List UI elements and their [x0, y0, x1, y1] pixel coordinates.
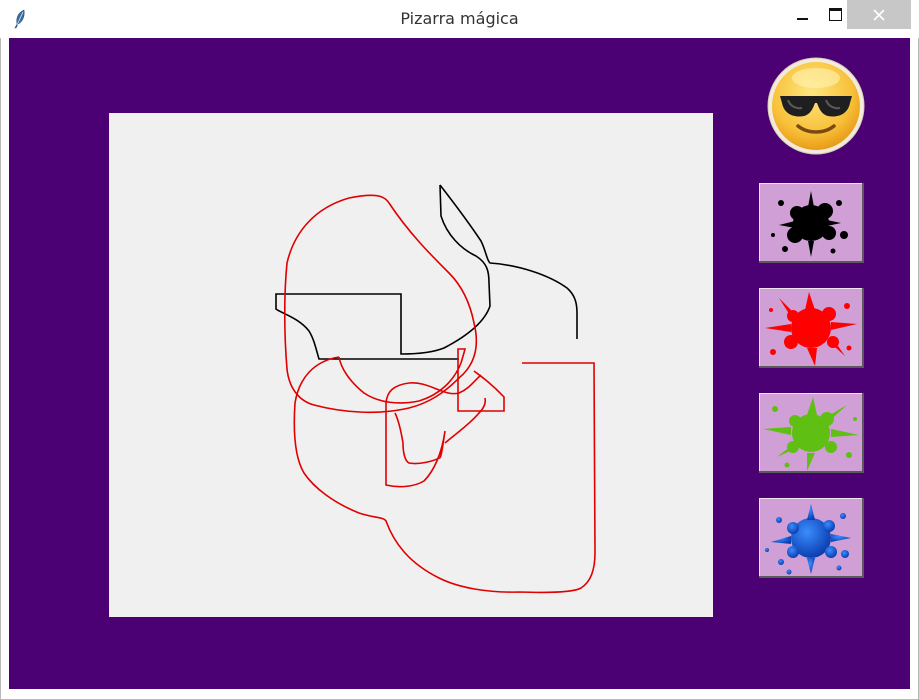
red-stroke [385, 374, 482, 488]
paint-splat-icon [765, 292, 857, 366]
color-button-blue[interactable] [759, 498, 864, 578]
sunglasses-smiley-icon [767, 57, 865, 155]
paint-splat-icon [765, 504, 851, 575]
color-button-green[interactable] [759, 393, 864, 473]
paint-splat-icon [771, 191, 848, 257]
close-icon [873, 8, 885, 21]
color-button-black[interactable] [759, 183, 864, 263]
drawing-strokes [275, 184, 596, 594]
red-stroke [444, 397, 487, 444]
red-stroke [283, 194, 478, 414]
drawing-canvas[interactable] [109, 113, 713, 617]
color-button-red[interactable] [759, 288, 864, 368]
close-button[interactable] [847, 0, 911, 29]
minimize-icon [796, 17, 808, 20]
black-stroke [275, 184, 491, 360]
title-bar[interactable]: Pizarra mágica [0, 0, 919, 38]
paint-splat-icon [763, 397, 859, 471]
black-stroke [439, 184, 578, 339]
window-title: Pizarra mágica [400, 9, 519, 28]
maximize-icon [828, 8, 842, 21]
